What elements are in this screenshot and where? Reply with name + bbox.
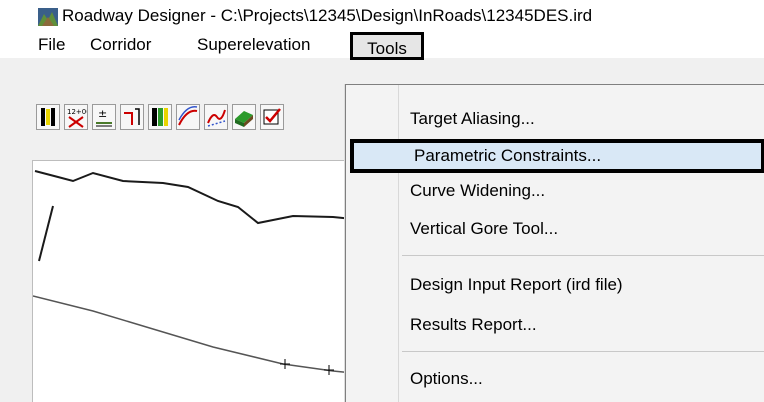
menu-separator (402, 255, 764, 256)
menu-item-curve-widening[interactable]: Curve Widening... (346, 175, 764, 209)
plus-minus-button[interactable]: ± (92, 104, 116, 130)
menu-item-target-aliasing[interactable]: Target Aliasing... (346, 103, 764, 137)
menu-item-vertical-gore-tool[interactable]: Vertical Gore Tool... (346, 213, 764, 247)
toolbar: 12+00 ± (30, 104, 350, 138)
menu-item-label: Vertical Gore Tool... (410, 219, 559, 238)
lane-icon (41, 108, 55, 126)
station-icon: 12+00 (67, 108, 87, 128)
left-edge-line (38, 205, 54, 262)
menu-item-results-report[interactable]: Results Report... (346, 309, 764, 343)
roadway-designer-window: Roadway Designer - C:\Projects\12345\Des… (0, 0, 764, 402)
menu-item-options[interactable]: Options... (346, 363, 764, 397)
lower-profile-line (33, 295, 353, 374)
menu-bar: File Corridor Superelevation Tools (0, 32, 764, 60)
alignment-drawing (33, 170, 353, 375)
plus-minus-icon: ± (96, 107, 112, 127)
curve-button[interactable] (176, 104, 200, 130)
lane-button[interactable] (36, 104, 60, 130)
menu-item-design-input-report[interactable]: Design Input Report (ird file) (346, 269, 764, 303)
step-button[interactable] (120, 104, 144, 130)
design-canvas[interactable] (32, 160, 353, 402)
menu-item-parametric-constraints[interactable]: Parametric Constraints... (350, 139, 764, 173)
menu-item-label: Parametric Constraints... (414, 146, 602, 165)
menu-superelevation[interactable]: Superelevation (197, 35, 310, 55)
menu-item-label: Options... (410, 369, 483, 388)
tools-menu-dropdown: Target Aliasing... Parametric Constraint… (345, 84, 764, 402)
template-button[interactable] (148, 104, 172, 130)
roadway-designer-app-icon (38, 8, 58, 26)
svg-text:12+00: 12+00 (67, 108, 87, 116)
menu-tools[interactable]: Tools (350, 32, 424, 60)
transition-icon (207, 109, 226, 127)
title-bar: Roadway Designer - C:\Projects\12345\Des… (0, 0, 764, 32)
menu-item-label: Target Aliasing... (410, 109, 535, 128)
window-title: Roadway Designer - C:\Projects\12345\Des… (62, 6, 593, 25)
menu-item-label: Curve Widening... (410, 181, 546, 200)
check-button[interactable] (260, 104, 284, 130)
menu-item-label: Design Input Report (ird file) (410, 275, 623, 294)
menu-corridor[interactable]: Corridor (90, 35, 151, 55)
step-icon (124, 108, 140, 125)
curve-icon (178, 106, 198, 126)
surface-icon (235, 111, 253, 127)
menu-separator (402, 351, 764, 352)
transition-button[interactable] (204, 104, 228, 130)
svg-text:±: ± (98, 107, 107, 120)
top-profile-line (34, 170, 353, 225)
surface-button[interactable] (232, 104, 256, 130)
menu-file[interactable]: File (38, 35, 65, 55)
template-icon (152, 108, 168, 126)
station-button[interactable]: 12+00 (64, 104, 88, 130)
menu-item-label: Results Report... (410, 315, 537, 334)
check-icon (263, 108, 281, 125)
